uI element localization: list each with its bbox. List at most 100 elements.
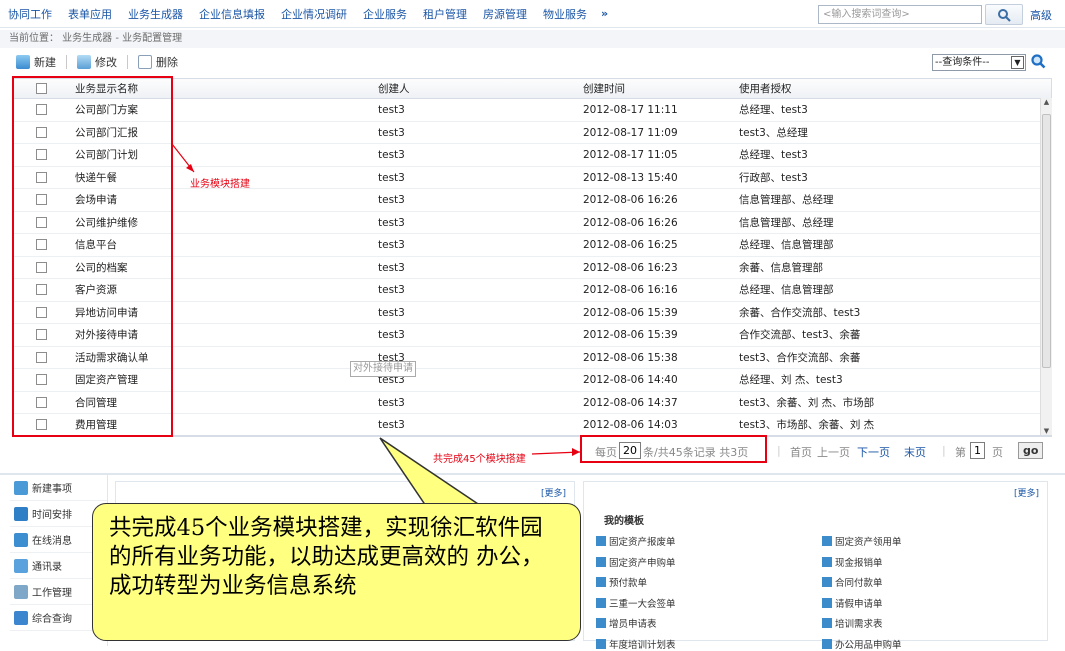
drag-tooltip: 对外接待申请 <box>350 361 416 377</box>
row-name[interactable]: 合同管理 <box>75 392 117 414</box>
topnav-item[interactable]: 企业信息填报 <box>191 6 273 22</box>
template-label: 现金报销单 <box>835 557 883 569</box>
row-name[interactable]: 公司部门汇报 <box>75 122 138 144</box>
row-checkbox[interactable] <box>36 126 47 138</box>
row-checkbox[interactable] <box>36 216 47 228</box>
row-checkbox[interactable] <box>36 194 47 205</box>
go-button[interactable]: go <box>1018 442 1044 459</box>
row-name[interactable]: 信息平台 <box>75 234 117 256</box>
table-row[interactable]: 公司的档案 test3 2012-08-06 16:23 余蕃、信息管理部 <box>13 257 1051 279</box>
row-name[interactable]: 公司部门计划 <box>75 144 138 166</box>
template-item[interactable]: 固定资产领用单 <box>822 534 902 548</box>
topnav-item[interactable]: 企业情况调研 <box>273 6 355 22</box>
template-item[interactable]: 三重一大会签单 <box>596 596 676 610</box>
table-scrollbar[interactable]: ▲ ▼ <box>1040 98 1052 435</box>
page-number-input[interactable]: 1 <box>970 442 985 459</box>
row-name[interactable]: 对外接待申请 <box>75 324 138 346</box>
topnav-item[interactable]: 物业服务 <box>535 6 595 22</box>
row-name[interactable]: 异地访问申请 <box>75 302 138 324</box>
scroll-down-icon[interactable]: ▼ <box>1041 427 1052 435</box>
row-name[interactable]: 会场申请 <box>75 189 117 211</box>
template-item[interactable]: 现金报销单 <box>822 555 883 569</box>
table-row[interactable]: 固定资产管理 test3 2012-08-06 14:40 总经理、刘 杰、test3 <box>13 369 1051 392</box>
row-creator: test3 <box>378 284 405 296</box>
first-page-link[interactable]: 首页 <box>790 444 812 460</box>
row-name[interactable]: 活动需求确认单 <box>75 347 149 369</box>
prev-page-link[interactable]: 上一页 <box>817 444 850 460</box>
table-row[interactable]: 公司部门方案 test3 2012-08-17 11:11 总经理、test3 <box>13 99 1051 122</box>
portal-nav-item[interactable]: 新建事项 <box>10 475 107 501</box>
search-input[interactable]: <输入搜索词查询> <box>818 5 982 24</box>
topnav-item[interactable]: 租户管理 <box>415 6 475 22</box>
template-item[interactable]: 固定资产报废单 <box>596 534 676 548</box>
row-name[interactable]: 公司维护维修 <box>75 212 138 234</box>
row-name[interactable]: 快递午餐 <box>75 167 117 189</box>
table-row[interactable]: 公司维护维修 test3 2012-08-06 16:26 信息管理部、总经理 <box>13 212 1051 234</box>
template-label: 合同付款单 <box>835 578 883 589</box>
row-checkbox[interactable] <box>36 374 47 385</box>
row-created-time: 2012-08-06 15:39 <box>583 306 678 319</box>
table-row[interactable]: 合同管理 test3 2012-08-06 14:37 test3、余蕃、刘 杰、市场… <box>13 392 1051 414</box>
query-condition-select[interactable]: --查询条件-- ▼ <box>932 54 1026 71</box>
advanced-search-link[interactable]: 高级 <box>1030 7 1052 23</box>
row-checkbox[interactable] <box>36 419 47 430</box>
template-item[interactable]: 请假申请单 <box>822 596 883 610</box>
column-header-authorization[interactable]: 使用者授权 <box>739 79 792 98</box>
topnav-item[interactable]: 协同工作 <box>0 6 60 22</box>
query-search-icon[interactable] <box>1030 53 1046 69</box>
template-item[interactable]: 合同付款单 <box>822 575 883 589</box>
row-creator: test3 <box>378 329 405 341</box>
template-item[interactable]: 培训需求表 <box>822 616 883 630</box>
last-page-link[interactable]: 末页 <box>904 444 926 460</box>
row-name[interactable]: 公司的档案 <box>75 257 128 279</box>
table-row[interactable]: 活动需求确认单 test3 2012-08-06 15:38 test3、合作交流部、… <box>13 347 1051 369</box>
delete-button[interactable]: 删除 <box>138 54 178 70</box>
per-page-input[interactable]: 20 <box>619 442 641 459</box>
row-checkbox[interactable] <box>36 261 47 273</box>
row-name[interactable]: 公司部门方案 <box>75 99 138 121</box>
topnav-item[interactable]: 企业服务 <box>355 6 415 22</box>
row-name[interactable]: 固定资产管理 <box>75 369 138 391</box>
topnav-item[interactable]: 业务生成器 <box>120 6 191 22</box>
row-checkbox[interactable] <box>36 239 47 250</box>
row-checkbox[interactable] <box>36 306 47 318</box>
table-row[interactable]: 对外接待申请 test3 2012-08-06 15:39 合作交流部、test3、余… <box>13 324 1051 347</box>
row-checkbox[interactable] <box>36 329 47 340</box>
row-name[interactable]: 费用管理 <box>75 414 117 435</box>
column-header-creator[interactable]: 创建人 <box>378 79 410 98</box>
row-checkbox[interactable] <box>36 351 47 363</box>
template-item[interactable]: 预付款单 <box>596 575 647 589</box>
table-row[interactable]: 信息平台 test3 2012-08-06 16:25 总经理、信息管理部 <box>13 234 1051 257</box>
row-checkbox[interactable] <box>36 171 47 183</box>
topnav-more-icon[interactable]: » <box>595 7 614 20</box>
query-condition-value: --查询条件-- <box>935 57 990 68</box>
topnav-item[interactable]: 表单应用 <box>60 6 120 22</box>
edit-button[interactable]: 修改 <box>77 54 117 70</box>
select-all-checkbox[interactable] <box>36 83 47 94</box>
scrollbar-thumb[interactable] <box>1042 114 1051 368</box>
next-page-link[interactable]: 下一页 <box>857 444 890 460</box>
row-checkbox[interactable] <box>36 149 47 160</box>
row-creator: test3 <box>378 194 405 206</box>
column-header-name[interactable]: 业务显示名称 <box>75 79 138 98</box>
row-name[interactable]: 客户资源 <box>75 279 117 301</box>
table-row[interactable]: 异地访问申请 test3 2012-08-06 15:39 余蕃、合作交流部、test… <box>13 302 1051 324</box>
more-link[interactable]: [更多] <box>1014 486 1039 499</box>
trash-icon <box>138 55 152 69</box>
row-checkbox[interactable] <box>36 396 47 408</box>
template-item[interactable]: 增员申请表 <box>596 616 657 630</box>
template-label: 请假申请单 <box>835 598 883 610</box>
template-item[interactable]: 固定资产申购单 <box>596 555 676 569</box>
row-checkbox[interactable] <box>36 104 47 115</box>
table-row[interactable]: 会场申请 test3 2012-08-06 16:26 信息管理部、总经理 <box>13 189 1051 212</box>
toolbar: 新建 修改 删除 <box>0 50 1065 74</box>
column-header-created-time[interactable]: 创建时间 <box>583 79 625 98</box>
pager-divider: | <box>777 444 781 457</box>
row-checkbox[interactable] <box>36 284 47 295</box>
search-button[interactable] <box>985 4 1023 25</box>
new-button[interactable]: 新建 <box>16 54 56 70</box>
scroll-up-icon[interactable]: ▲ <box>1041 98 1052 106</box>
table-row[interactable]: 客户资源 test3 2012-08-06 16:16 总经理、信息管理部 <box>13 279 1051 302</box>
form-icon <box>822 618 832 628</box>
topnav-item[interactable]: 房源管理 <box>475 6 535 22</box>
